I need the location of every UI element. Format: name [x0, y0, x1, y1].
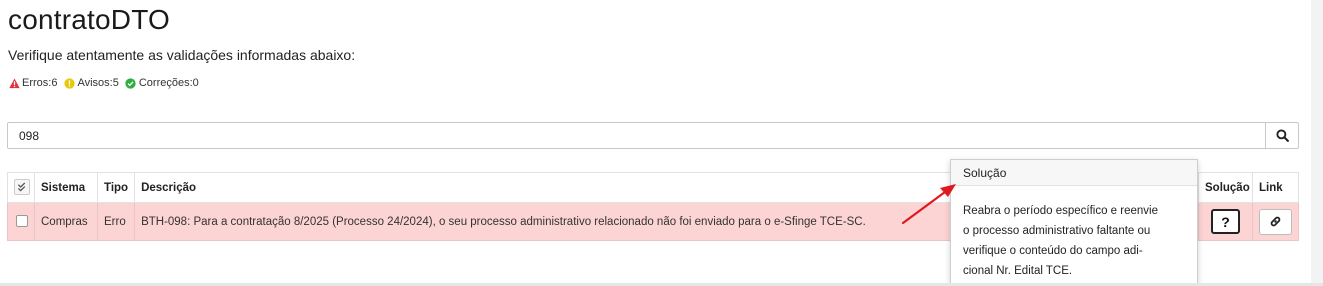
warning-triangle-icon: [8, 77, 20, 89]
column-header-solucao: Solução: [1198, 172, 1253, 203]
search-bar: [7, 122, 1299, 149]
row-checkbox[interactable]: [16, 215, 28, 228]
search-input[interactable]: [8, 123, 1266, 148]
popover-body: Reabra o período específico e reenvie o …: [951, 186, 1197, 281]
validation-counters: Erros:6 Avisos:5 Correções:0: [8, 77, 199, 89]
exclamation-circle-icon: [63, 77, 75, 89]
warnings-count-label: Avisos:5: [77, 77, 119, 89]
popover-title: Solução: [951, 160, 1197, 186]
errors-count-label: Erros:6: [22, 77, 58, 89]
page-content: contratoDTO Verifique atentamente as val…: [0, 0, 1311, 284]
double-check-icon[interactable]: [14, 179, 30, 196]
check-circle-icon: [125, 77, 137, 89]
cell-tipo: Erro: [96, 202, 136, 241]
page-title: contratoDTO: [8, 4, 170, 35]
solution-button[interactable]: ?: [1211, 209, 1240, 234]
column-header-sistema: Sistema: [34, 172, 98, 203]
popover-text-line: Reabra o período específico e reenvie: [963, 205, 1158, 217]
page-subtitle: Verifique atentamente as validações info…: [8, 47, 356, 63]
warnings-counter: Avisos:5: [63, 77, 119, 89]
row-select-cell: [7, 202, 35, 241]
column-header-link: Link: [1252, 172, 1299, 203]
cell-solucao: ?: [1198, 202, 1253, 241]
cell-link: [1252, 202, 1299, 241]
search-button[interactable]: [1265, 123, 1298, 148]
chain-link-icon: [1269, 215, 1282, 228]
link-button[interactable]: [1259, 208, 1292, 235]
popover-text-line: verifique o conteúdo do campo adi-: [963, 245, 1143, 257]
popover-text-line: cional Nr. Edital TCE.: [963, 265, 1073, 277]
search-icon: [1275, 129, 1289, 142]
corrections-counter: Correções:0: [125, 77, 199, 89]
column-header-tipo: Tipo: [96, 172, 136, 203]
solution-popover: Solução Reabra o período específico e re…: [950, 159, 1198, 284]
errors-counter: Erros:6: [8, 77, 57, 89]
popover-text-line: o processo administrativo faltante ou: [963, 225, 1151, 237]
corrections-count-label: Correções:0: [138, 77, 199, 89]
select-all-header[interactable]: [7, 172, 35, 203]
cell-sistema: Compras: [34, 202, 98, 241]
